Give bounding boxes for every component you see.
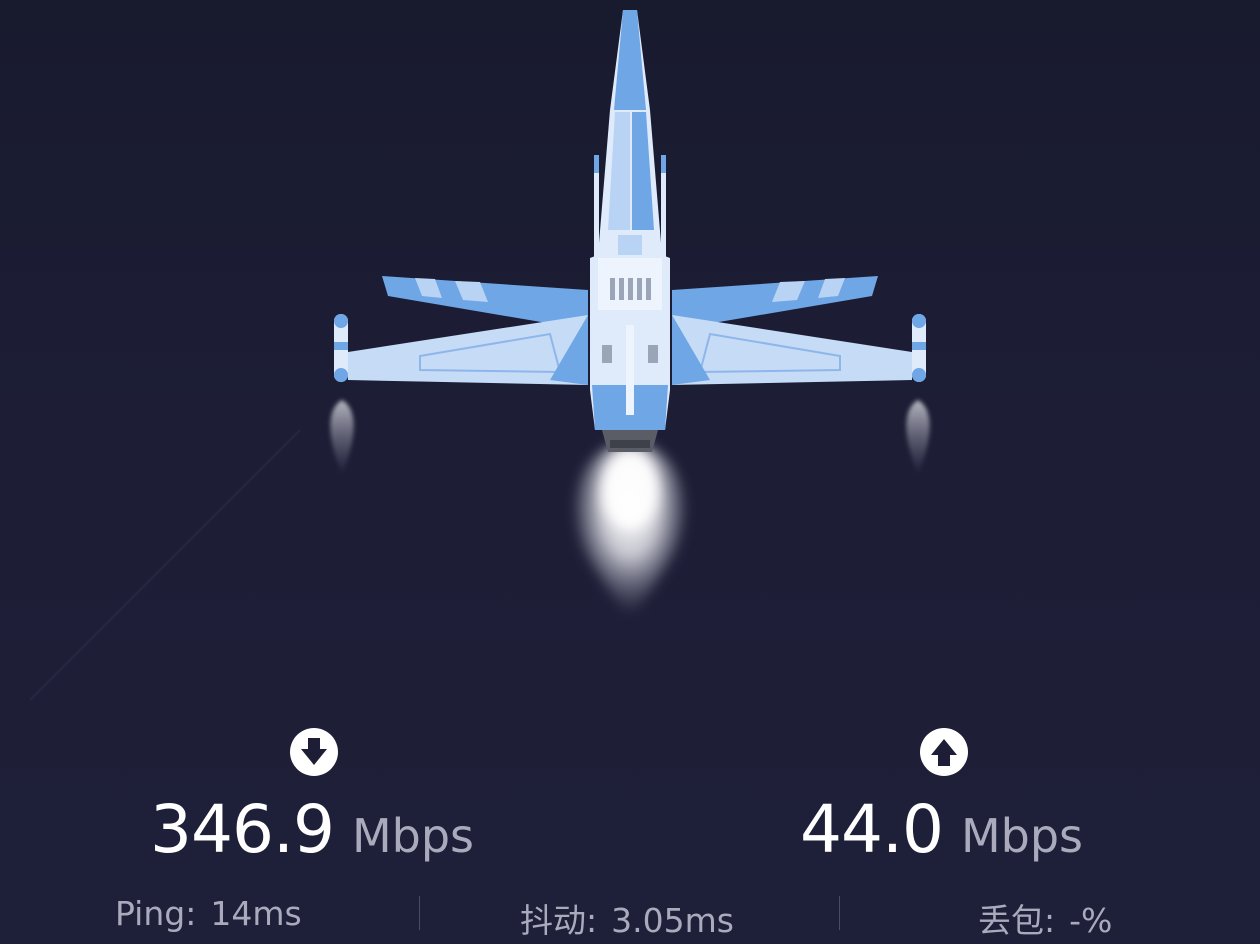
jitter-stat: 抖动: 3.05ms (520, 894, 734, 942)
jitter-label: 抖动: (520, 901, 598, 940)
stats-divider (419, 896, 420, 930)
left-exhaust-flame (330, 400, 354, 475)
upload-speed-unit: Mbps (960, 809, 1084, 863)
download-speed: 346.9 Mbps (150, 790, 474, 870)
stats-divider (839, 896, 840, 930)
download-speed-value: 346.9 (150, 791, 335, 868)
jitter-value: 3.05ms (611, 901, 734, 940)
ping-value: 14ms (210, 894, 302, 933)
packet-loss-value: -% (1069, 901, 1113, 940)
stats-row: Ping: 14ms 抖动: 3.05ms 丢包: -% (0, 886, 1260, 944)
arrow-up-circle-icon (920, 728, 968, 776)
jet-illustration (330, 10, 930, 625)
download-speed-unit: Mbps (351, 809, 475, 863)
right-exhaust-flame (906, 400, 930, 475)
packet-loss-stat: 丢包: -% (978, 894, 1112, 942)
upload-speed: 44.0 Mbps (800, 790, 1083, 870)
upload-speed-value: 44.0 (800, 791, 944, 868)
ping-label: Ping: (115, 894, 197, 933)
packet-loss-label: 丢包: (978, 901, 1056, 940)
arrow-down-circle-icon (290, 728, 338, 776)
ping-stat: Ping: 14ms (115, 894, 302, 933)
